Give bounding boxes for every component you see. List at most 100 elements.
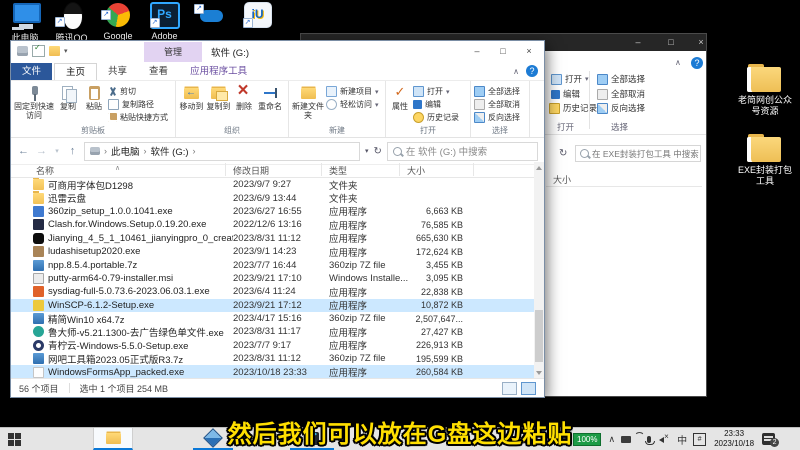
table-row[interactable]: 网吧工具箱2023.05正式版R3.7z 2023/8/31 11:12 360… bbox=[11, 352, 534, 365]
back-button[interactable]: ← bbox=[17, 145, 30, 157]
tab-application-tools[interactable]: 应用程序工具 bbox=[179, 63, 258, 80]
desktop-icon[interactable]: 腾讯QQ bbox=[49, 2, 95, 44]
copy-to-button[interactable]: 复制到 bbox=[206, 83, 231, 126]
desktop-icon[interactable]: Ps Adobe bbox=[142, 2, 188, 41]
table-row[interactable]: 青柠云-Windows-5.5.0-Setup.exe 2023/7/7 9:1… bbox=[11, 339, 534, 352]
open-button[interactable]: 打开▾ bbox=[413, 86, 459, 97]
tab-view[interactable]: 查看 bbox=[138, 63, 179, 80]
close-button[interactable]: × bbox=[516, 41, 542, 61]
table-row[interactable]: npp.8.5.4.portable.7z 2023/7/7 16:44 360… bbox=[11, 258, 534, 271]
tab-file[interactable]: 文件 bbox=[11, 63, 52, 80]
cut-button[interactable]: 剪切 bbox=[108, 86, 168, 97]
tab-share[interactable]: 共享 bbox=[97, 63, 138, 80]
copy-button[interactable]: 复制 bbox=[56, 83, 80, 126]
column-header-date[interactable]: 修改日期 bbox=[233, 164, 269, 177]
collapse-ribbon-icon[interactable]: ∧ bbox=[513, 67, 519, 76]
scrollbar-thumb[interactable] bbox=[535, 310, 543, 362]
pin-to-quick-access-button[interactable]: 固定到快速访问 bbox=[14, 83, 54, 126]
table-row[interactable]: 鲁大师-v5.21.1300-去广告绿色单文件.exe 2023/8/31 11… bbox=[11, 325, 534, 338]
titlebar[interactable]: ▾ 管理 软件 (G:) – □ × bbox=[11, 41, 544, 63]
desktop-icon[interactable]: iU bbox=[235, 2, 281, 30]
open-button[interactable]: 打开▾ bbox=[551, 73, 589, 85]
column-header-size[interactable]: 大小 bbox=[407, 164, 425, 177]
vertical-scrollbar[interactable] bbox=[534, 162, 544, 379]
column-header-type[interactable]: 类型 bbox=[329, 164, 347, 177]
select-none-button[interactable]: 全部取消 bbox=[474, 99, 520, 110]
desktop-icon[interactable]: 此电脑 bbox=[2, 2, 48, 44]
breadcrumb[interactable]: › 此电脑 › 软件 (G:) › bbox=[84, 142, 360, 161]
desktop-icon[interactable] bbox=[188, 2, 234, 31]
refresh-icon[interactable]: ↻ bbox=[559, 148, 567, 159]
copy-to-icon bbox=[210, 85, 227, 101]
table-row[interactable]: sysdiag-full-5.0.73.6-2023.06.03.1.exe 2… bbox=[11, 285, 534, 298]
desktop-icon[interactable]: 老简网创公众 号资源 bbox=[733, 64, 797, 117]
maximize-button[interactable]: □ bbox=[490, 41, 516, 61]
invert-selection-button[interactable]: 反向选择 bbox=[474, 112, 520, 123]
qat-dropdown-icon[interactable]: ▾ bbox=[64, 47, 68, 55]
scroll-up-icon[interactable] bbox=[536, 166, 542, 170]
breadcrumb-drive-g[interactable]: 软件 (G:) bbox=[151, 144, 189, 158]
manage-contextual-tab[interactable]: 管理 bbox=[144, 42, 202, 62]
copy-path-button[interactable]: 复制路径 bbox=[108, 99, 168, 110]
paste-button[interactable]: 粘贴 bbox=[82, 83, 106, 126]
forward-button[interactable]: → bbox=[35, 145, 48, 157]
minimize-button[interactable]: – bbox=[626, 34, 650, 51]
table-row[interactable]: 可商用字体包D1298 2023/9/7 9:27 文件夹 bbox=[11, 178, 534, 191]
file-type: 应用程序 bbox=[329, 231, 411, 245]
column-header-size[interactable]: 大小 bbox=[553, 173, 571, 186]
rename-button[interactable]: 重命名 bbox=[257, 83, 283, 126]
refresh-icon[interactable]: ↻ bbox=[374, 146, 382, 157]
recent-locations-dropdown-icon[interactable]: ▾ bbox=[53, 147, 61, 155]
maximize-button[interactable]: □ bbox=[659, 34, 683, 51]
table-row[interactable]: Jianying_4_5_1_10461_jianyingpro_0_creat… bbox=[11, 232, 534, 245]
table-row[interactable]: 精简Win10 x64.7z 2023/4/17 15:16 360zip 7Z… bbox=[11, 312, 534, 325]
paste-shortcut-button[interactable]: 粘贴快捷方式 bbox=[108, 112, 168, 123]
table-row[interactable]: ludashisetup2020.exe 2023/9/1 14:23 应用程序… bbox=[11, 245, 534, 258]
table-row[interactable]: putty-arm64-0.79-installer.msi 2023/9/21… bbox=[11, 272, 534, 285]
details-view-icon[interactable] bbox=[502, 382, 517, 395]
move-to-button[interactable]: 移动到 bbox=[179, 83, 204, 126]
file-type: 应用程序 bbox=[329, 218, 411, 232]
desktop-icon[interactable]: Google bbox=[95, 2, 141, 41]
drive-icon[interactable] bbox=[17, 46, 28, 56]
address-dropdown-icon[interactable]: ▾ bbox=[365, 147, 369, 155]
table-row[interactable]: 迅雷云盘 2023/6/9 13:44 文件夹 bbox=[11, 191, 534, 204]
help-icon[interactable]: ? bbox=[691, 57, 703, 69]
help-icon[interactable]: ? bbox=[526, 65, 538, 77]
column-header-name[interactable]: 名称 bbox=[36, 164, 54, 177]
table-row[interactable]: Clash.for.Windows.Setup.0.19.20.exe 2022… bbox=[11, 218, 534, 231]
close-button[interactable]: × bbox=[689, 34, 713, 51]
edit-button[interactable]: 编辑 bbox=[551, 88, 580, 100]
properties-icon[interactable] bbox=[32, 45, 45, 57]
select-none-button[interactable]: 全部取消 bbox=[597, 88, 645, 100]
history-button[interactable]: 历史记录 bbox=[413, 112, 459, 123]
new-folder-icon[interactable] bbox=[49, 46, 60, 56]
up-button[interactable]: ↑ bbox=[66, 145, 79, 157]
large-icons-view-icon[interactable] bbox=[521, 382, 536, 395]
properties-button[interactable]: 属性 bbox=[389, 83, 411, 126]
copy-icon bbox=[60, 85, 77, 101]
table-row[interactable]: 360zip_setup_1.0.0.1041.exe 2023/6/27 16… bbox=[11, 205, 534, 218]
delete-button[interactable]: 删除 bbox=[233, 83, 255, 126]
edit-button[interactable]: 编辑 bbox=[413, 99, 459, 110]
invert-selection-button[interactable]: 反向选择 bbox=[597, 102, 645, 114]
table-row[interactable]: WinSCP-6.1.2-Setup.exe 2023/9/21 17:12 应… bbox=[11, 299, 534, 312]
table-row[interactable]: WindowsFormsApp_packed.exe 2023/10/18 23… bbox=[11, 365, 534, 378]
easy-access-button[interactable]: 轻松访问▾ bbox=[326, 99, 379, 110]
select-all-button[interactable]: 全部选择 bbox=[597, 73, 645, 85]
scroll-down-icon[interactable] bbox=[536, 371, 542, 375]
new-item-button[interactable]: 新建项目▾ bbox=[326, 86, 379, 97]
minimize-button[interactable]: – bbox=[464, 41, 490, 61]
desktop-icon-glyph bbox=[196, 2, 226, 29]
select-all-button[interactable]: 全部选择 bbox=[474, 86, 520, 97]
search-input[interactable]: 在 软件 (G:) 中搜索 bbox=[387, 142, 538, 161]
new-folder-button[interactable]: 新建文件夹 bbox=[292, 83, 324, 126]
collapse-ribbon-icon[interactable]: ∧ bbox=[675, 58, 681, 67]
tab-home[interactable]: 主页 bbox=[54, 63, 97, 80]
file-name: Jianying_4_5_1_10461_jianyingpro_0_creat… bbox=[48, 233, 233, 244]
file-type: 应用程序 bbox=[329, 338, 411, 352]
desktop-icon[interactable]: EXE封装打包 工具 bbox=[733, 134, 797, 187]
search-input[interactable]: 在 EXE封装打包工具 中搜索 bbox=[575, 145, 701, 162]
file-date-modified: 2023/6/4 11:24 bbox=[233, 286, 329, 297]
breadcrumb-this-pc[interactable]: 此电脑 bbox=[111, 144, 140, 158]
